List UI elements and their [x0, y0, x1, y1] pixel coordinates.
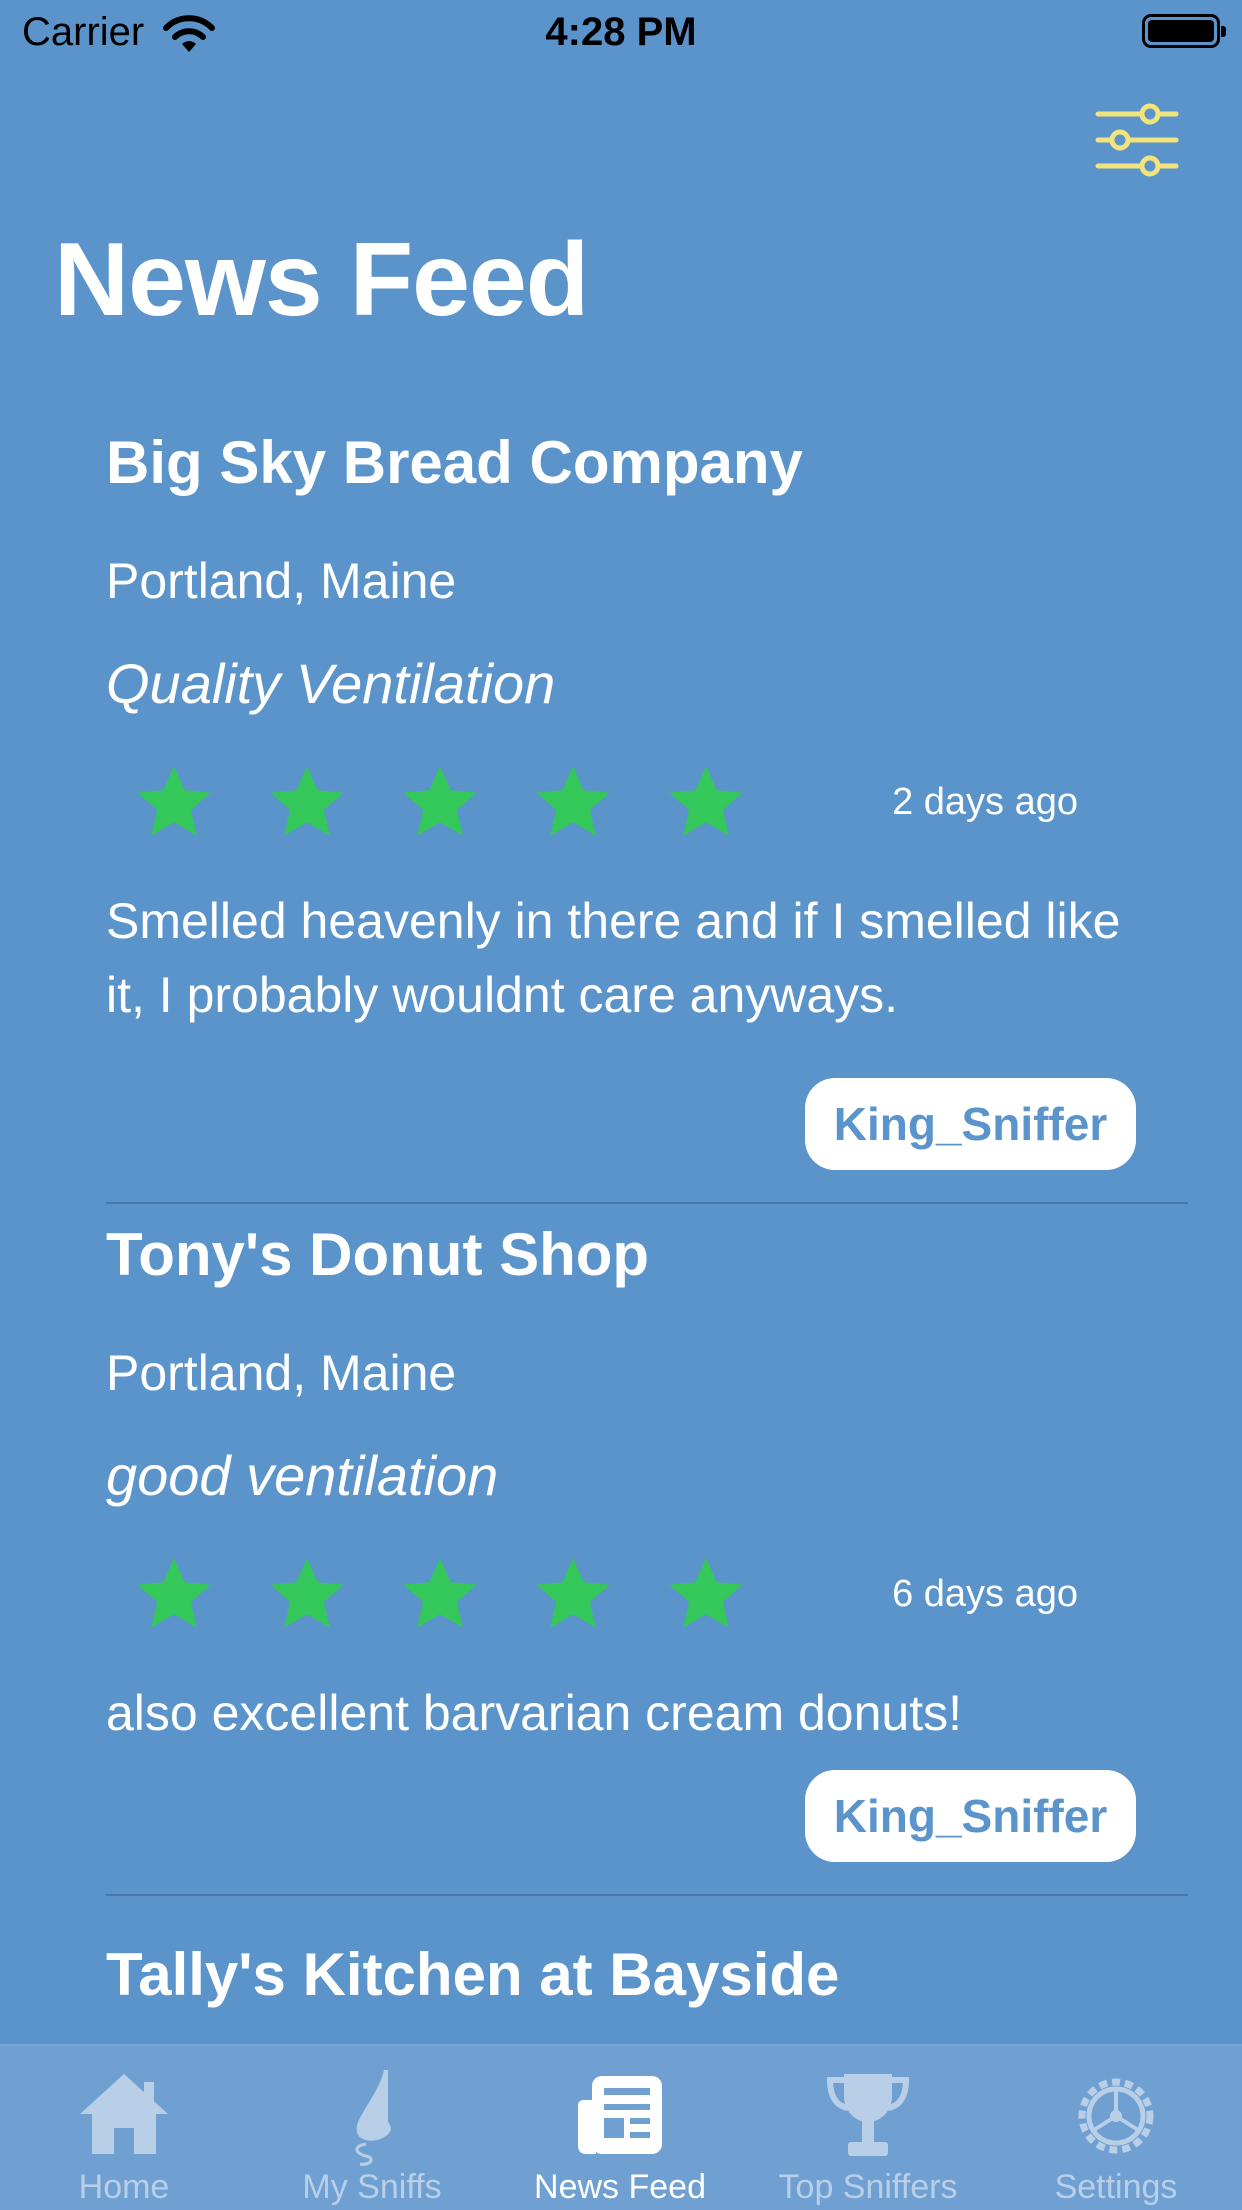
- battery-nub: [1221, 26, 1226, 37]
- venue-name: Big Sky Bread Company: [106, 429, 803, 496]
- tab-news-feed[interactable]: News Feed: [496, 2046, 744, 2210]
- star-icon: [669, 766, 743, 836]
- star-icon: [270, 1558, 344, 1628]
- tab-label: Home: [78, 2168, 170, 2206]
- clock: 4:28 PM: [545, 10, 697, 54]
- filter-button[interactable]: [1092, 100, 1182, 180]
- status-bar: Carrier 4:28 PM: [0, 0, 1242, 64]
- divider: [106, 1894, 1188, 1896]
- tab-home[interactable]: Home: [0, 2046, 248, 2210]
- battery-icon: [1142, 14, 1226, 48]
- nose-icon: [248, 2066, 496, 2166]
- tab-label: Top Sniffers: [778, 2168, 958, 2206]
- tab-label: News Feed: [534, 2168, 706, 2206]
- username-button[interactable]: King_Sniffer: [805, 1770, 1136, 1862]
- review-timestamp: 6 days ago: [892, 1573, 1078, 1615]
- newspaper-icon: [496, 2066, 744, 2166]
- star-icon: [536, 766, 610, 836]
- review-headline: good ventilation: [106, 1444, 499, 1507]
- venue-name: Tony's Donut Shop: [106, 1221, 650, 1288]
- tab-bar: Home My Sniffs News Feed Top Sniffers Se…: [0, 2044, 1242, 2210]
- star-icon: [270, 766, 344, 836]
- tab-label: My Sniffs: [302, 2168, 442, 2206]
- review-text: also excellent barvarian cream donuts!: [106, 1685, 963, 1741]
- page-title: News Feed: [54, 222, 589, 338]
- venue-name: Tally's Kitchen at Bayside: [106, 1941, 840, 2008]
- venue-location: Portland, Maine: [106, 553, 457, 609]
- star-icon: [403, 1558, 477, 1628]
- review-headline: Quality Ventilation: [106, 652, 556, 715]
- gear-icon: [992, 2066, 1240, 2166]
- star-icon: [137, 766, 211, 836]
- sliders-icon: [1095, 103, 1179, 177]
- star-icon: [403, 766, 477, 836]
- star-icon: [137, 1558, 211, 1628]
- tab-my-sniffs[interactable]: My Sniffs: [248, 2046, 496, 2210]
- review-text: Smelled heavenly in there and if I smell…: [106, 893, 1121, 1023]
- news-feed-list[interactable]: Big Sky Bread Company Portland, Maine Qu…: [0, 400, 1242, 2044]
- tab-settings[interactable]: Settings: [992, 2046, 1240, 2210]
- review-timestamp: 2 days ago: [892, 781, 1078, 823]
- battery-level: [1148, 20, 1214, 42]
- star-icon: [536, 1558, 610, 1628]
- tab-top-sniffers[interactable]: Top Sniffers: [744, 2046, 992, 2210]
- house-icon: [0, 2066, 248, 2166]
- trophy-icon: [744, 2066, 992, 2166]
- divider: [106, 1202, 1188, 1204]
- venue-location: Portland, Maine: [106, 1345, 457, 1401]
- username-button[interactable]: King_Sniffer: [805, 1078, 1136, 1170]
- star-icon: [669, 1558, 743, 1628]
- tab-label: Settings: [1054, 2168, 1178, 2206]
